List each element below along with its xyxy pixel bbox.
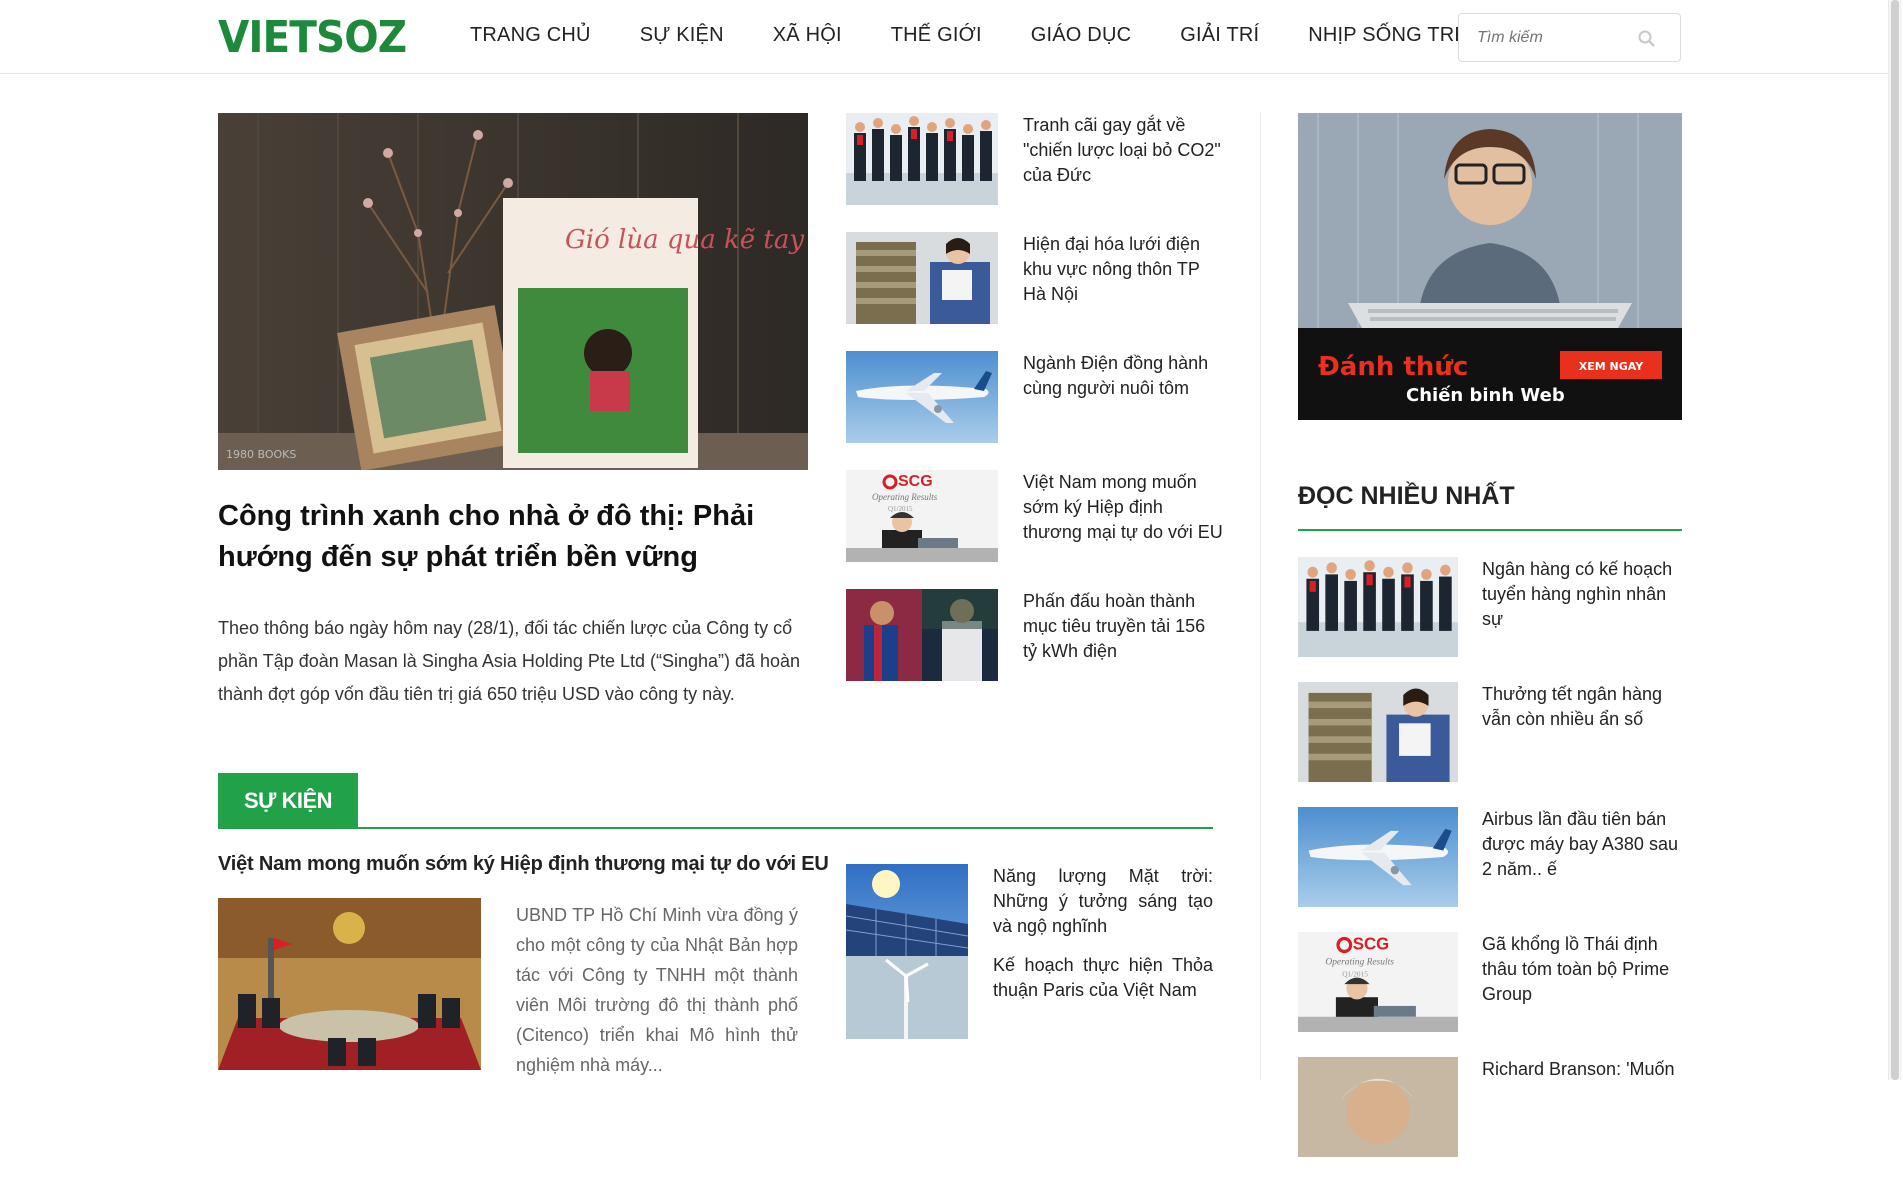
event-summary: UBND TP Hồ Chí Minh vừa đồng ý cho một c… [516,905,798,1075]
news-title[interactable]: Ngành Điện đồng hành cùng người nuôi tôm [1023,351,1223,401]
scg-date-text: Q1/2015 [1342,969,1368,978]
people-thumb[interactable] [846,113,998,205]
side-news-list: Tranh cãi gay gắt về "chiến lược loại bỏ… [846,113,1226,708]
list-item[interactable]: Thưởng tết ngân hàng vẫn còn nhiều ẩn số [1298,682,1682,807]
main-nav: TRANG CHỦ SỰ KIỆN XÃ HỘI THẾ GIỚI GIÁO D… [470,24,1517,47]
nav-item-nhip-song-tre[interactable]: NHỊP SỐNG TRẺ [1308,24,1468,47]
search-icon[interactable] [1637,29,1657,49]
event-image[interactable] [218,898,481,1070]
list-item[interactable]: Phấn đấu hoàn thành mục tiêu truyền tải … [846,589,1226,708]
news-title[interactable]: Thưởng tết ngân hàng vẫn còn nhiều ẩn số [1482,682,1682,732]
nav-item-su-kien[interactable]: SỰ KIỆN [640,24,724,47]
news-title[interactable]: Việt Nam mong muốn sớm ký Hiệp định thươ… [1023,470,1223,545]
list-item[interactable]: Tranh cãi gay gắt về "chiến lược loại bỏ… [846,113,1226,232]
image-badge: 1980 BOOKS [226,448,296,461]
featured-image[interactable]: Gió lùa qua kẽ tay 1980 BOOKS [218,113,808,470]
featured-summary: Theo thông báo ngày hôm nay (28/1), đối … [218,618,801,704]
news-title[interactable]: Tranh cãi gay gắt về "chiến lược loại bỏ… [1023,113,1223,188]
book-title-text: Gió lùa qua kẽ tay [565,225,804,255]
plane-thumb[interactable] [846,351,998,443]
nav-item-xa-hoi[interactable]: XÃ HỘI [773,24,842,47]
news-title[interactable]: Richard Branson: 'Muốn [1482,1057,1682,1082]
ad-subline: Chiến binh Web [1406,385,1565,406]
list-item[interactable]: Ngân hàng có kế hoạch tuyển hàng nghìn n… [1298,557,1682,682]
scg-logo-text: SCG [898,473,933,490]
scrollbar-thumb[interactable] [1891,0,1899,1080]
scg-sub-text: Operating Results [1325,956,1394,967]
money-thumb[interactable] [1298,682,1458,782]
people-thumb[interactable] [1298,557,1458,657]
plane-thumb[interactable] [1298,807,1458,907]
news-title[interactable]: Ngân hàng có kế hoạch tuyển hàng nghìn n… [1482,557,1682,632]
person-thumb[interactable] [1298,1057,1458,1157]
scg-sub-text: Operating Results [872,492,938,502]
event-links: Năng lượng Mặt trời: Những ý tưởng sáng … [993,864,1213,1017]
nav-item-trang-chu[interactable]: TRANG CHỦ [470,24,591,47]
ad-cta-label[interactable]: XEM NGAY [1579,360,1644,373]
list-item[interactable]: Hiện đại hóa lưới điện khu vực nông thôn… [846,232,1226,351]
list-item[interactable]: Richard Branson: 'Muốn [1298,1057,1682,1182]
site-logo[interactable]: VIETSOZ [218,12,407,63]
scg-date-text: Q1/2015 [888,505,913,513]
football-thumb[interactable] [846,589,998,681]
news-title[interactable]: Airbus lần đầu tiên bán được máy bay A38… [1482,807,1682,882]
list-item[interactable]: Airbus lần đầu tiên bán được máy bay A38… [1298,807,1682,932]
nav-item-the-gioi[interactable]: THẾ GIỚI [891,24,982,47]
news-title[interactable]: Phấn đấu hoàn thành mục tiêu truyền tải … [1023,589,1223,664]
list-item[interactable]: SCG Operating Results Q1/2015 Việt Nam m… [846,470,1226,589]
most-read-heading: ĐỌC NHIỀU NHẤT [1298,482,1515,510]
featured-title[interactable]: Công trình xanh cho nhà ở đô thị: Phải h… [218,496,778,578]
event-title[interactable]: Việt Nam mong muốn sớm ký Hiệp định thươ… [218,853,829,876]
section-divider [358,827,1213,829]
scg-thumb[interactable]: SCG Operating Results Q1/2015 [846,470,998,562]
list-item[interactable]: SCG Operating Results Q1/2015 Gã khổng l… [1298,932,1682,1057]
scg-thumb[interactable]: SCG Operating Results Q1/2015 [1298,932,1458,1032]
money-thumb[interactable] [846,232,998,324]
search-box [1458,13,1681,62]
event-link[interactable]: Năng lượng Mặt trời: Những ý tưởng sáng … [993,864,1213,939]
list-item[interactable]: Ngành Điện đồng hành cùng người nuôi tôm [846,351,1226,470]
news-title[interactable]: Hiện đại hóa lưới điện khu vực nông thôn… [1023,232,1223,307]
ad-banner[interactable]: Đánh thức Chiến binh Web XEM NGAY [1298,113,1682,420]
section-label-su-kien[interactable]: SỰ KIỆN [218,773,358,829]
top-bar: VIETSOZ TRANG CHỦ SỰ KIỆN XÃ HỘI THẾ GIỚ… [0,0,1902,74]
column-divider [1260,112,1261,1080]
scg-logo-text: SCG [1353,934,1389,953]
most-read-divider [1298,529,1682,531]
search-input[interactable] [1477,26,1637,50]
most-read-list: Ngân hàng có kế hoạch tuyển hàng nghìn n… [1298,557,1682,1182]
event-link[interactable]: Kế hoạch thực hiện Thỏa thuận Paris của … [993,953,1213,1003]
news-title[interactable]: Gã khổng lồ Thái định thâu tóm toàn bộ P… [1482,932,1682,1007]
nav-item-giai-tri[interactable]: GIẢI TRÍ [1180,24,1259,47]
solar-thumb[interactable] [846,864,968,1039]
nav-item-giao-duc[interactable]: GIÁO DỤC [1031,24,1132,47]
ad-headline: Đánh thức [1318,352,1468,382]
